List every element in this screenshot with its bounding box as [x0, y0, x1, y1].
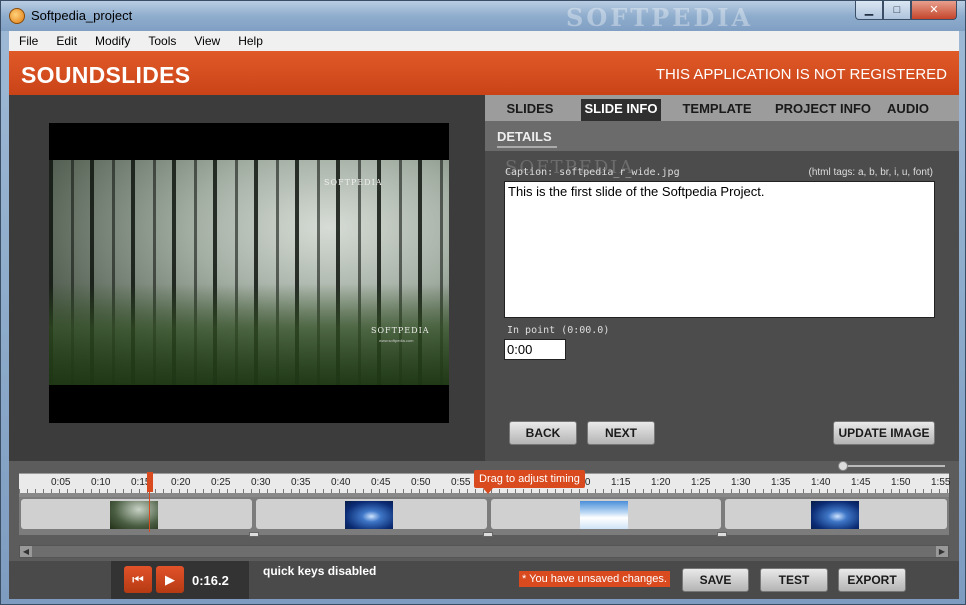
slide-thumbnail[interactable]: [110, 501, 158, 529]
app-header: SOUNDSLIDES THIS APPLICATION IS NOT REGI…: [9, 51, 959, 95]
timing-handle[interactable]: [483, 532, 493, 537]
registration-notice: THIS APPLICATION IS NOT REGISTERED: [655, 66, 947, 83]
tab-slide-info[interactable]: SLIDE INFO: [581, 99, 661, 121]
tick-label: 1:20: [651, 477, 671, 488]
playhead[interactable]: [147, 472, 153, 492]
timing-handle[interactable]: [717, 532, 727, 537]
tab-audio[interactable]: AUDIO: [883, 99, 933, 121]
tab-slides[interactable]: SLIDES: [497, 99, 563, 121]
slide-slot[interactable]: [256, 499, 487, 529]
menu-tools[interactable]: Tools: [138, 34, 184, 48]
tick-label: 1:45: [851, 477, 871, 488]
play-icon: ▶: [165, 572, 175, 587]
zoom-slider-knob[interactable]: [838, 461, 848, 471]
slide-slot[interactable]: [21, 499, 252, 529]
tab-project-info[interactable]: PROJECT INFO: [773, 99, 873, 121]
tooltip-arrow: [483, 488, 493, 494]
timing-tooltip: Drag to adjust timing: [474, 470, 585, 488]
window-title: Softpedia_project: [31, 8, 133, 23]
zoom-slider-track[interactable]: [845, 465, 945, 467]
tick-label: 1:50: [891, 477, 911, 488]
menu-bar: File Edit Modify Tools View Help: [9, 31, 959, 51]
menu-help[interactable]: Help: [228, 34, 271, 48]
title-bar: Softpedia_project SOFTPEDIA ▁ □ ✕: [1, 1, 965, 32]
slide-preview: SOFTPEDIA SOFTPEDIA www.softpedia.com: [49, 123, 449, 423]
tick-label: 0:25: [211, 477, 231, 488]
tick-label: 1:25: [691, 477, 711, 488]
tick-label: 0:05: [51, 477, 71, 488]
menu-view[interactable]: View: [184, 34, 228, 48]
next-button[interactable]: NEXT: [587, 421, 655, 445]
tick-label: 1:15: [611, 477, 631, 488]
export-button[interactable]: EXPORT: [838, 568, 906, 592]
in-point-label: In point (0:00.0): [507, 325, 610, 336]
slide-thumbnail[interactable]: [345, 501, 393, 529]
unsaved-changes-notice: * You have unsaved changes.: [519, 571, 670, 587]
image-watermark: SOFTPEDIA: [371, 326, 430, 335]
playhead-line: [149, 492, 150, 532]
transport-bar: ⏮ ▶ 0:16.2 quick keys disabled * You hav…: [9, 561, 959, 599]
app-icon: [9, 8, 25, 24]
tick-label: 1:55: [931, 477, 951, 488]
slide-preview-image: SOFTPEDIA SOFTPEDIA www.softpedia.com: [49, 160, 449, 385]
caption-textarea[interactable]: This is the first slide of the Softpedia…: [504, 181, 935, 318]
html-tags-hint: (html tags: a, b, br, i, u, font): [808, 167, 934, 178]
slide-slot[interactable]: [725, 499, 947, 529]
image-watermark: SOFTPEDIA: [324, 178, 383, 187]
slide-info-panel: SLIDES SLIDE INFO TEMPLATE PROJECT INFO …: [485, 95, 959, 461]
main-area: SOFTPEDIA SOFTPEDIA www.softpedia.com SL…: [9, 95, 959, 461]
tick-label: 0:30: [251, 477, 271, 488]
save-button[interactable]: SAVE: [682, 568, 749, 592]
tick-label: 0:35: [291, 477, 311, 488]
tick-label: 0:40: [331, 477, 351, 488]
app-logo: SOUNDSLIDES: [21, 62, 191, 88]
subtab-underline: [497, 146, 557, 148]
image-watermark-url: www.softpedia.com: [379, 338, 414, 343]
update-image-button[interactable]: UPDATE IMAGE: [833, 421, 935, 445]
tick-label: 0:20: [171, 477, 191, 488]
tick-label: 0:50: [411, 477, 431, 488]
maximize-button[interactable]: □: [883, 1, 911, 20]
scroll-left-icon[interactable]: ◀: [20, 546, 32, 557]
subtab-details[interactable]: DETAILS: [497, 129, 552, 144]
minimize-button[interactable]: ▁: [855, 1, 883, 20]
close-button[interactable]: ✕: [911, 1, 957, 20]
rewind-button[interactable]: ⏮: [124, 566, 152, 593]
tick-label: 0:45: [371, 477, 391, 488]
time-display: 0:16.2: [192, 573, 229, 588]
tab-bar: SLIDES SLIDE INFO TEMPLATE PROJECT INFO …: [485, 95, 959, 121]
scroll-right-icon[interactable]: ▶: [936, 546, 948, 557]
test-button[interactable]: TEST: [760, 568, 828, 592]
subtab-bar: DETAILS: [485, 121, 959, 151]
app-window: Softpedia_project SOFTPEDIA ▁ □ ✕ File E…: [0, 0, 966, 605]
slide-thumbnail[interactable]: [580, 501, 628, 529]
tick-label: 0:10: [91, 477, 111, 488]
tick-label: 1:40: [811, 477, 831, 488]
in-point-field[interactable]: 0:00: [504, 339, 566, 360]
rewind-icon: ⏮: [132, 572, 144, 587]
slide-strip: [19, 497, 949, 537]
timeline: 0:05 0:10 0:15 0:20 0:25 0:30 0:35 0:40 …: [9, 461, 959, 561]
menu-modify[interactable]: Modify: [85, 34, 138, 48]
slide-thumbnail[interactable]: [811, 501, 859, 529]
play-button[interactable]: ▶: [156, 566, 184, 593]
menu-file[interactable]: File: [9, 34, 46, 48]
timeline-scrollbar[interactable]: ◀ ▶: [19, 545, 949, 558]
tick-label: 0:55: [451, 477, 471, 488]
slide-slot[interactable]: [491, 499, 721, 529]
tab-template[interactable]: TEMPLATE: [677, 99, 757, 121]
softpedia-watermark: SOFTPEDIA: [566, 3, 754, 32]
timing-handle[interactable]: [249, 532, 259, 537]
menu-edit[interactable]: Edit: [46, 34, 85, 48]
caption-label: Caption: softpedia_r_wide.jpg: [505, 167, 680, 178]
quick-keys-status: quick keys disabled: [263, 564, 377, 578]
back-button[interactable]: BACK: [509, 421, 577, 445]
tick-label: 1:35: [771, 477, 791, 488]
tick-label: 1:30: [731, 477, 751, 488]
